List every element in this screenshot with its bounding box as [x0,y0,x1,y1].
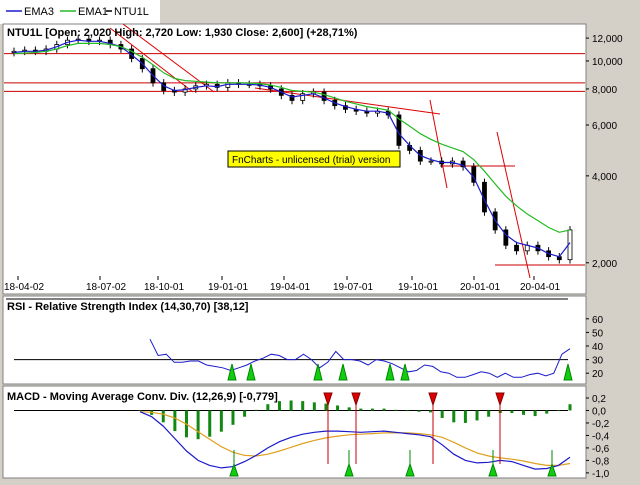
legend-ema3: EMA3 [24,6,54,18]
macd-y-tick-label: 0,2 [592,394,606,405]
price-y-tick-label: 12,000 [592,34,623,45]
macd-histogram-bar [475,410,479,421]
macd-histogram-bar [161,410,165,423]
macd-y-tick-label: -0,8 [592,456,610,467]
price-x-tick-label: 19-10-01 [398,282,438,293]
chart-canvas: EMA3 EMA1 NTU1L NTU1L [Open: 2,020 High:… [0,0,623,480]
macd-histogram-bar [487,410,491,417]
macd-histogram-bar [522,410,526,415]
macd-y-tick-label: -0,2 [592,419,610,430]
price-x-tick-label: 18-07-02 [86,282,126,293]
macd-histogram-bar [417,410,421,412]
macd-histogram-bar [370,408,374,411]
macd-histogram-bar [312,402,316,411]
macd-histogram-bar [405,410,409,412]
price-x-tick-label: 19-04-01 [270,282,310,293]
macd-histogram-bar [568,404,572,411]
rsi-title: RSI - Relative Strength Index (14,30,70)… [7,301,249,313]
macd-histogram-bar [394,409,398,411]
macd-histogram-bar [510,410,514,413]
macd-histogram-bar [208,410,212,437]
legend-ntu1l: NTU1L [114,6,149,18]
macd-histogram-bar [173,410,177,432]
macd-title: MACD - Moving Average Conv. Div. (12,26,… [7,391,278,403]
macd-histogram-bar [463,410,467,423]
price-y-tick-label: 2,000 [592,259,617,270]
chart-window: EMA3 EMA1 NTU1L NTU1L [Open: 2,020 High:… [0,0,640,480]
macd-histogram-bar [219,410,223,432]
macd-histogram-bar [347,407,351,411]
candle-body [514,244,519,252]
macd-histogram-bar [429,410,433,413]
macd-histogram-bar [196,410,200,440]
macd-histogram-bar [301,401,305,411]
price-title: NTU1L [Open: 2,020 High: 2,720 Low: 1,93… [7,27,358,39]
price-y-tick-label: 4,000 [592,172,617,183]
macd-y-tick-label: -0,6 [592,444,610,455]
price-y-tick-label: 8,000 [592,85,617,96]
macd-histogram-bar [452,410,456,423]
macd-histogram-bar [359,408,363,411]
macd-histogram-bar [289,400,293,411]
macd-histogram-bar [254,409,258,411]
macd-histogram-bar [277,401,281,411]
legend-ema1: EMA1 [78,6,108,18]
macd-histogram-bar [382,408,386,411]
price-y-tick-label: 10,000 [592,57,623,68]
macd-histogram-bar [243,410,247,417]
macd-y-axis: 0,20,0 -0,2-0,4 -0,6-0,8 -1,0 [586,394,610,480]
macd-histogram-bar [556,410,560,411]
price-x-tick-label: 18-04-02 [4,282,44,293]
price-x-tick-label: 20-01-01 [460,282,500,293]
rsi-y-tick-label: 40 [592,342,604,353]
rsi-y-axis: 60 50 40 30 20 [586,315,604,380]
macd-histogram-bar [545,410,549,414]
price-y-axis: 12,000 10,000 8,000 6,000 4,000 2,000 [586,34,623,270]
macd-histogram-bar [440,410,444,418]
price-x-tick-label: 19-01-01 [208,282,248,293]
watermark-text: FnCharts - unlicensed (trial) version [232,155,390,166]
price-x-tick-label: 18-10-01 [144,282,184,293]
macd-y-tick-label: -1,0 [592,469,610,480]
macd-histogram-bar [336,405,340,411]
rsi-y-tick-label: 50 [592,328,604,339]
macd-histogram-bar [324,403,328,411]
candle-body [428,160,434,163]
rsi-y-tick-label: 60 [592,315,604,326]
rsi-y-tick-label: 20 [592,369,604,380]
rsi-y-tick-label: 30 [592,356,604,367]
price-x-tick-label: 19-07-01 [333,282,373,293]
macd-histogram-bar [533,410,537,417]
macd-histogram-bar [138,410,142,411]
macd-y-tick-label: -0,4 [592,431,610,442]
price-y-tick-label: 6,000 [592,121,617,132]
macd-y-tick-label: 0,0 [592,406,606,417]
macd-histogram-bar [266,404,270,411]
price-x-tick-label: 20-04-01 [520,282,560,293]
macd-histogram-bar [231,410,235,425]
